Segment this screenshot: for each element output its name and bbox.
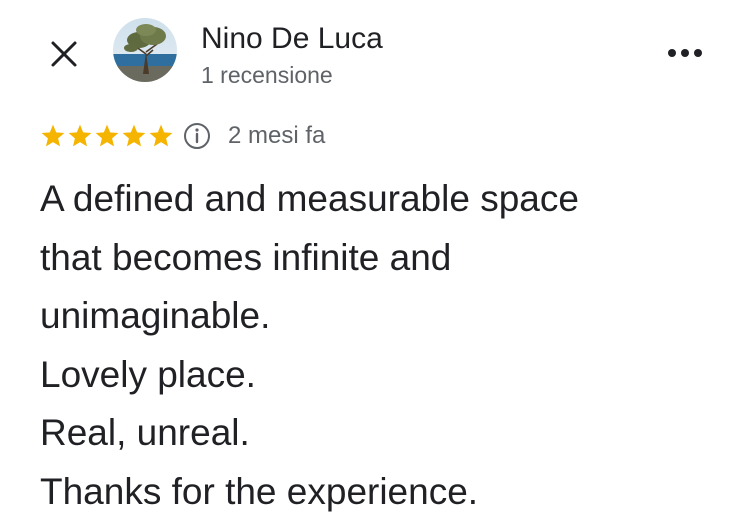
review-line: that becomes infinite and (40, 236, 452, 278)
avatar[interactable] (113, 18, 177, 82)
review-line: A defined and measurable space (40, 178, 579, 219)
star-icon (67, 123, 93, 149)
review-line: Real, unreal. (40, 412, 250, 453)
info-icon[interactable] (182, 121, 212, 151)
star-icon (94, 123, 120, 149)
star-rating (40, 123, 174, 149)
star-icon (148, 123, 174, 149)
review-line: Thanks for the experience. (40, 470, 479, 512)
author-review-count: 1 recensione (201, 62, 333, 88)
review-line: Lovely place. (40, 353, 256, 395)
author-name[interactable]: Nino De Luca (201, 20, 383, 58)
star-icon (40, 123, 66, 149)
review-text: A defined and measurable space that beco… (40, 170, 730, 521)
star-icon (121, 123, 147, 149)
review-line: unimaginable. (40, 295, 271, 336)
more-options-button[interactable] (660, 36, 710, 72)
close-button[interactable] (44, 36, 84, 76)
rating-row: 2 mesi fa (40, 118, 325, 154)
close-icon (50, 40, 78, 73)
review-date: 2 mesi fa (228, 122, 326, 149)
more-horizontal-icon (667, 45, 703, 63)
